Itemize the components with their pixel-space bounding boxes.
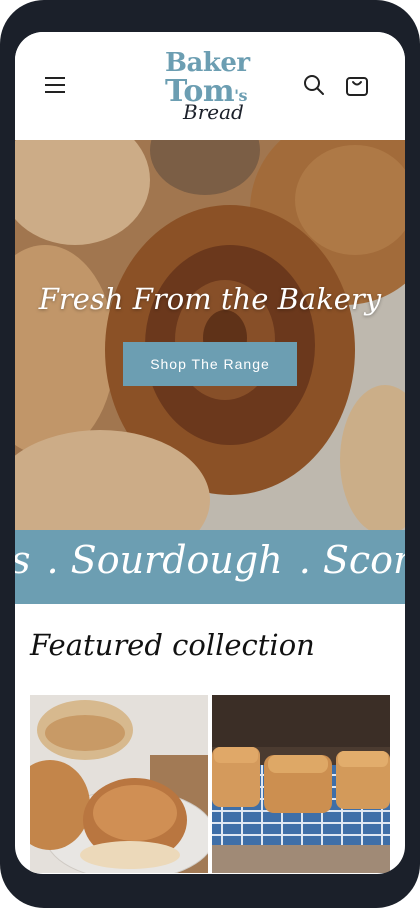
hero-title: Fresh From the Bakery	[38, 282, 382, 316]
hero-banner: Fresh From the Bakery Shop The Range	[15, 140, 405, 530]
category-marquee: s . Sourdough . Scones	[15, 530, 405, 604]
product-card-1[interactable]	[30, 695, 208, 873]
marquee-track: s . Sourdough . Scones	[15, 538, 405, 582]
screen: Baker Tom's Bread Fresh From the Bakery …	[15, 32, 405, 874]
site-header: Baker Tom's Bread	[15, 32, 405, 140]
search-icon[interactable]	[301, 72, 327, 98]
marquee-item-scones[interactable]: . Scones	[299, 538, 405, 582]
product-image-1	[30, 695, 208, 873]
featured-collection-title: Featured collection	[30, 628, 315, 662]
cart-icon[interactable]	[344, 72, 370, 98]
marquee-item: s	[15, 538, 31, 582]
phone-frame: Baker Tom's Bread Fresh From the Bakery …	[0, 0, 420, 908]
marquee-item-sourdough[interactable]: . Sourdough	[47, 538, 283, 582]
shop-the-range-button[interactable]: Shop The Range	[123, 342, 297, 386]
product-card-2[interactable]	[212, 695, 390, 873]
logo-line3: Bread	[183, 100, 244, 124]
brand-logo[interactable]: Baker Tom's Bread	[161, 48, 261, 124]
hero-image	[15, 140, 405, 530]
menu-icon[interactable]	[45, 76, 65, 94]
product-image-2	[212, 695, 390, 873]
